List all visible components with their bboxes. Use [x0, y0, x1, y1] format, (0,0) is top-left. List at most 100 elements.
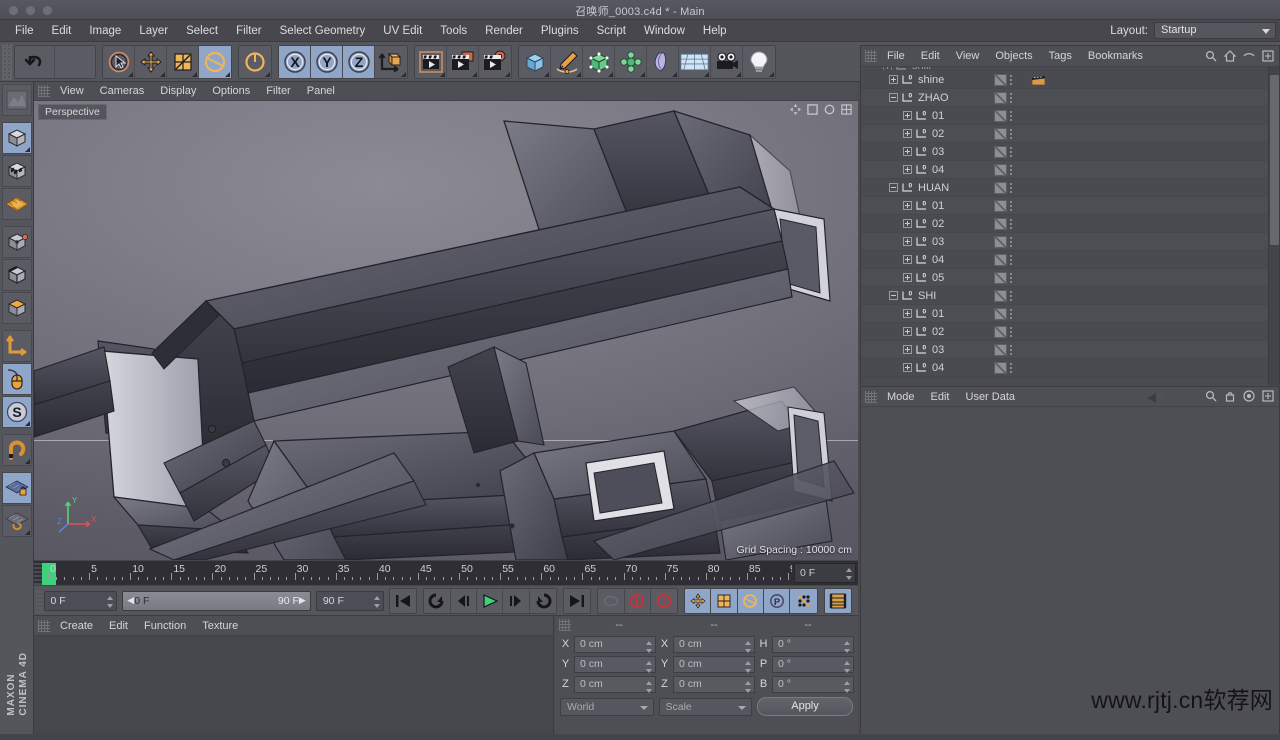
anim-grip-icon[interactable] [36, 589, 44, 613]
rotation-key-icon[interactable] [738, 589, 764, 613]
coord-field-size-y[interactable]: 0 cm [673, 656, 755, 673]
menu-file[interactable]: File [6, 23, 43, 39]
material-menu-texture[interactable]: Texture [194, 619, 246, 633]
end-frame-field[interactable]: 90 F [316, 591, 384, 611]
floor-icon[interactable] [679, 46, 711, 78]
points-mode-icon[interactable] [2, 226, 32, 258]
coord-field-pos-y[interactable]: 0 cm [574, 656, 656, 673]
viewport-menu-cameras[interactable]: Cameras [92, 84, 153, 98]
edges-mode-icon[interactable] [2, 259, 32, 291]
spinner-icon[interactable] [646, 640, 652, 654]
texture-mode-icon[interactable] [2, 188, 32, 220]
scrollbar-thumb[interactable] [1270, 75, 1279, 245]
tag-dots-icon[interactable] [1009, 326, 1013, 338]
viewport-canvas[interactable]: Perspective [34, 101, 858, 560]
menu-script[interactable]: Script [588, 23, 635, 39]
expand-icon[interactable] [903, 273, 912, 282]
panel-grip-icon[interactable] [865, 391, 877, 403]
enable-axis-icon[interactable]: S [2, 396, 32, 428]
target-icon[interactable] [1243, 390, 1255, 402]
play-icon[interactable] [477, 589, 503, 613]
tag-dots-icon[interactable] [1009, 362, 1013, 374]
light-icon[interactable] [743, 46, 775, 78]
tag-cell[interactable] [994, 344, 1013, 356]
tag-cell[interactable] [994, 236, 1013, 248]
expand-icon[interactable] [903, 327, 912, 336]
panel-grip-icon[interactable] [865, 50, 877, 62]
tag-cell[interactable] [994, 362, 1013, 374]
material-tag-icon[interactable] [994, 164, 1007, 176]
am-menu-user-data[interactable]: User Data [958, 390, 1024, 404]
layout-select[interactable]: Startup [1154, 22, 1276, 39]
table-row[interactable]: 005 [861, 269, 1279, 287]
move-tool-icon[interactable] [135, 46, 167, 78]
viewport-menu-filter[interactable]: Filter [258, 84, 298, 98]
expand-icon[interactable] [889, 75, 898, 84]
material-menu-function[interactable]: Function [136, 619, 194, 633]
tag-cell[interactable] [994, 110, 1013, 122]
expand-icon[interactable] [903, 129, 912, 138]
collapse-icon[interactable] [889, 291, 898, 300]
panel-grip-icon[interactable] [38, 85, 50, 97]
rotate-world-icon[interactable] [239, 46, 271, 78]
table-row[interactable]: 004 [861, 359, 1279, 377]
material-tag-icon[interactable] [994, 326, 1007, 338]
table-row[interactable]: 003 [861, 233, 1279, 251]
viewport-menu-display[interactable]: Display [152, 84, 204, 98]
material-tag-icon[interactable] [994, 362, 1007, 374]
go-to-start-icon[interactable] [390, 589, 416, 613]
table-row[interactable]: 004 [861, 251, 1279, 269]
spinner-icon[interactable] [745, 660, 751, 674]
table-row[interactable]: 0ZHAO [861, 89, 1279, 107]
coord-field-rot-p[interactable]: 0 ° [772, 656, 854, 673]
spinner-icon[interactable] [844, 680, 850, 694]
panel-grip-icon[interactable] [559, 619, 571, 631]
timeline-track[interactable]: 051015202530354045505560657075808590 [42, 561, 792, 585]
object-tree-scrollbar[interactable] [1268, 67, 1279, 385]
viewport-menu-view[interactable]: View [52, 84, 92, 98]
coord-field-pos-z[interactable]: 0 cm [574, 676, 656, 693]
expand-icon[interactable] [903, 363, 912, 372]
material-tag-icon[interactable] [994, 74, 1007, 86]
move-view-icon[interactable] [790, 104, 801, 115]
fit-icon[interactable] [1262, 390, 1274, 402]
back-arrow-icon[interactable] [1146, 392, 1164, 404]
material-tag-icon[interactable] [994, 218, 1007, 230]
coord-field-rot-h[interactable]: 0 ° [772, 636, 854, 653]
tag-cell[interactable] [994, 272, 1013, 284]
table-row[interactable]: 002 [861, 125, 1279, 143]
cube-icon[interactable] [519, 46, 551, 78]
om-menu-file[interactable]: File [879, 49, 913, 63]
material-menu-create[interactable]: Create [52, 619, 101, 633]
play-reverse-loop-icon[interactable] [424, 589, 450, 613]
material-tag-icon[interactable] [994, 128, 1007, 140]
search-icon[interactable] [1205, 50, 1217, 62]
spinner-icon[interactable] [846, 567, 852, 581]
spinner-icon[interactable] [745, 680, 751, 694]
tag-dots-icon[interactable] [1009, 236, 1013, 248]
om-menu-edit[interactable]: Edit [913, 49, 948, 63]
menu-edit[interactable]: Edit [43, 23, 81, 39]
search-icon[interactable] [1205, 390, 1217, 402]
viewport-solo-icon[interactable] [2, 363, 32, 395]
step-back-icon[interactable] [451, 589, 477, 613]
spinner-icon[interactable] [844, 660, 850, 674]
menu-layer[interactable]: Layer [130, 23, 177, 39]
tag-cell[interactable] [994, 92, 1013, 104]
axis-modify-icon[interactable] [2, 330, 32, 362]
material-tag-icon[interactable] [994, 182, 1007, 194]
render-settings-icon[interactable] [479, 46, 511, 78]
spinner-icon[interactable] [844, 640, 850, 654]
go-to-end-icon[interactable] [564, 589, 590, 613]
array-icon[interactable] [615, 46, 647, 78]
menu-select[interactable]: Select [177, 23, 227, 39]
menu-render[interactable]: Render [476, 23, 532, 39]
tag-dots-icon[interactable] [1009, 146, 1013, 158]
tag-cell[interactable] [994, 200, 1013, 212]
expand-icon[interactable] [903, 237, 912, 246]
magnet-icon[interactable] [2, 434, 32, 466]
menu-tools[interactable]: Tools [431, 23, 476, 39]
camera-icon[interactable] [711, 46, 743, 78]
expand-icon[interactable] [903, 309, 912, 318]
tag-dots-icon[interactable] [1009, 308, 1013, 320]
